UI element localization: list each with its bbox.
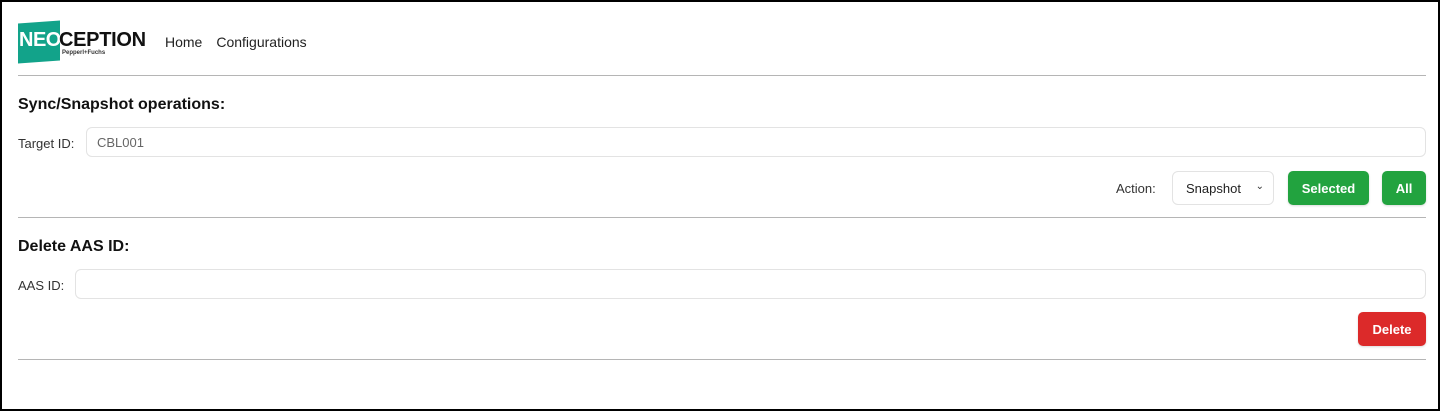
nav-links: Home Configurations <box>165 34 307 50</box>
navbar: NEO CEPTION Pepperl+Fuchs Home Configura… <box>18 20 307 64</box>
divider <box>18 75 1426 76</box>
divider <box>18 217 1426 218</box>
action-label: Action: <box>1116 181 1156 196</box>
target-id-label: Target ID: <box>18 136 75 151</box>
logo-neo-text: NEO <box>19 29 61 51</box>
chevron-down-icon: ⌄ <box>1255 181 1264 192</box>
nav-link-home[interactable]: Home <box>165 34 202 50</box>
delete-button[interactable]: Delete <box>1358 312 1426 346</box>
logo-ception-text: CEPTION <box>59 29 146 51</box>
all-button[interactable]: All <box>1382 171 1426 205</box>
aas-id-label: AAS ID: <box>18 278 65 293</box>
logo-subtext: Pepperl+Fuchs <box>62 50 106 56</box>
neoception-logo[interactable]: NEO CEPTION Pepperl+Fuchs <box>18 20 154 64</box>
delete-section-title: Delete AAS ID: <box>18 238 130 255</box>
aas-id-input[interactable] <box>75 269 1426 299</box>
selected-button[interactable]: Selected <box>1288 171 1369 205</box>
divider <box>18 359 1426 360</box>
target-id-input[interactable] <box>86 127 1426 157</box>
app-window: NEO CEPTION Pepperl+Fuchs Home Configura… <box>0 0 1440 411</box>
action-select[interactable]: Snapshot ⌄ <box>1172 171 1274 205</box>
nav-link-configurations[interactable]: Configurations <box>216 34 306 50</box>
sync-section-title: Sync/Snapshot operations: <box>18 96 226 113</box>
action-select-value: Snapshot <box>1186 180 1241 196</box>
